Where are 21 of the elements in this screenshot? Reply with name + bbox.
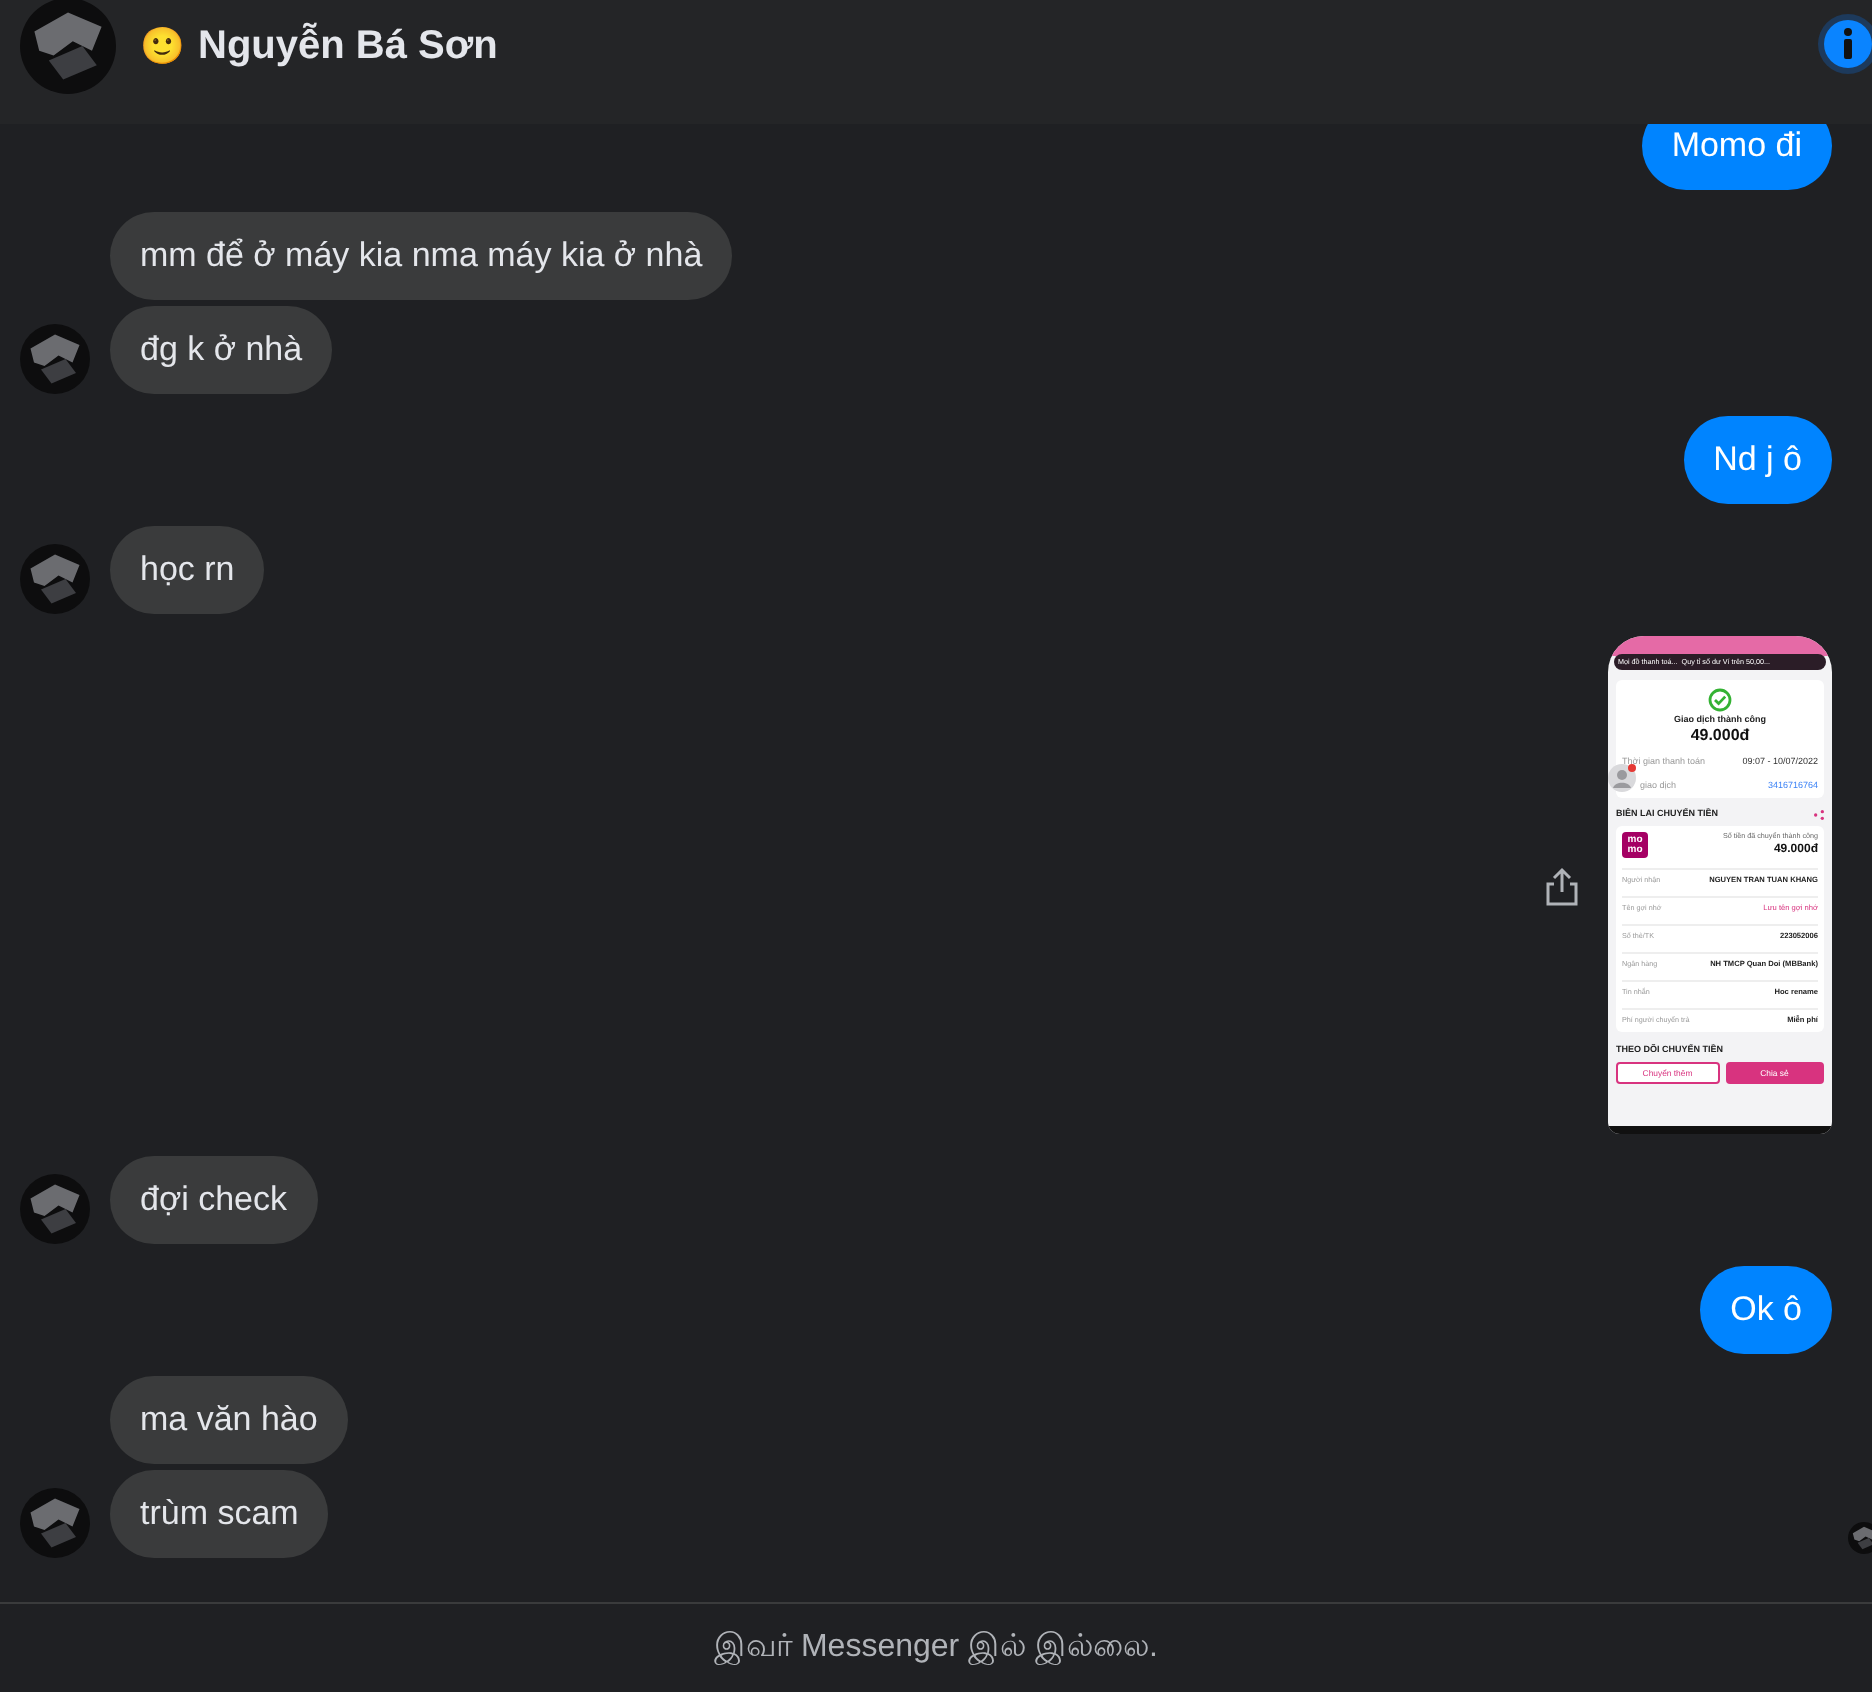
message-bubble: trùm scam (110, 1470, 329, 1558)
check-circle-icon (1708, 688, 1732, 712)
info-icon[interactable] (1816, 12, 1872, 76)
share-icon[interactable] (1544, 865, 1580, 905)
contact-name[interactable]: Nguyễn Bá Sơn (198, 16, 498, 76)
contact-avatar (20, 0, 116, 94)
share-icon (1814, 809, 1824, 819)
message-bubble: học rn (110, 526, 265, 614)
message-bubble: Ok ô (1700, 1266, 1832, 1354)
message-bubble: mm để ở máy kia nma máy kia ở nhà (110, 212, 733, 300)
message-bubble: Momo đi (1641, 124, 1832, 190)
seen-avatar (1848, 1522, 1872, 1554)
status-emoji: 🙂 (140, 23, 184, 69)
receipt-screenshot[interactable] (1608, 636, 1832, 1134)
profile-icon (1608, 764, 1636, 792)
message-bubble: ma văn hào (110, 1376, 348, 1464)
amount-text: 49.000đ (1690, 726, 1750, 746)
message-bubble: Nd j ô (1683, 416, 1832, 504)
message-bubble: đợi check (110, 1156, 318, 1244)
footer-notice: இவர் Messenger இல் இல்லை. (714, 1628, 1158, 1669)
message-bubble: đg k ở nhà (110, 306, 333, 394)
